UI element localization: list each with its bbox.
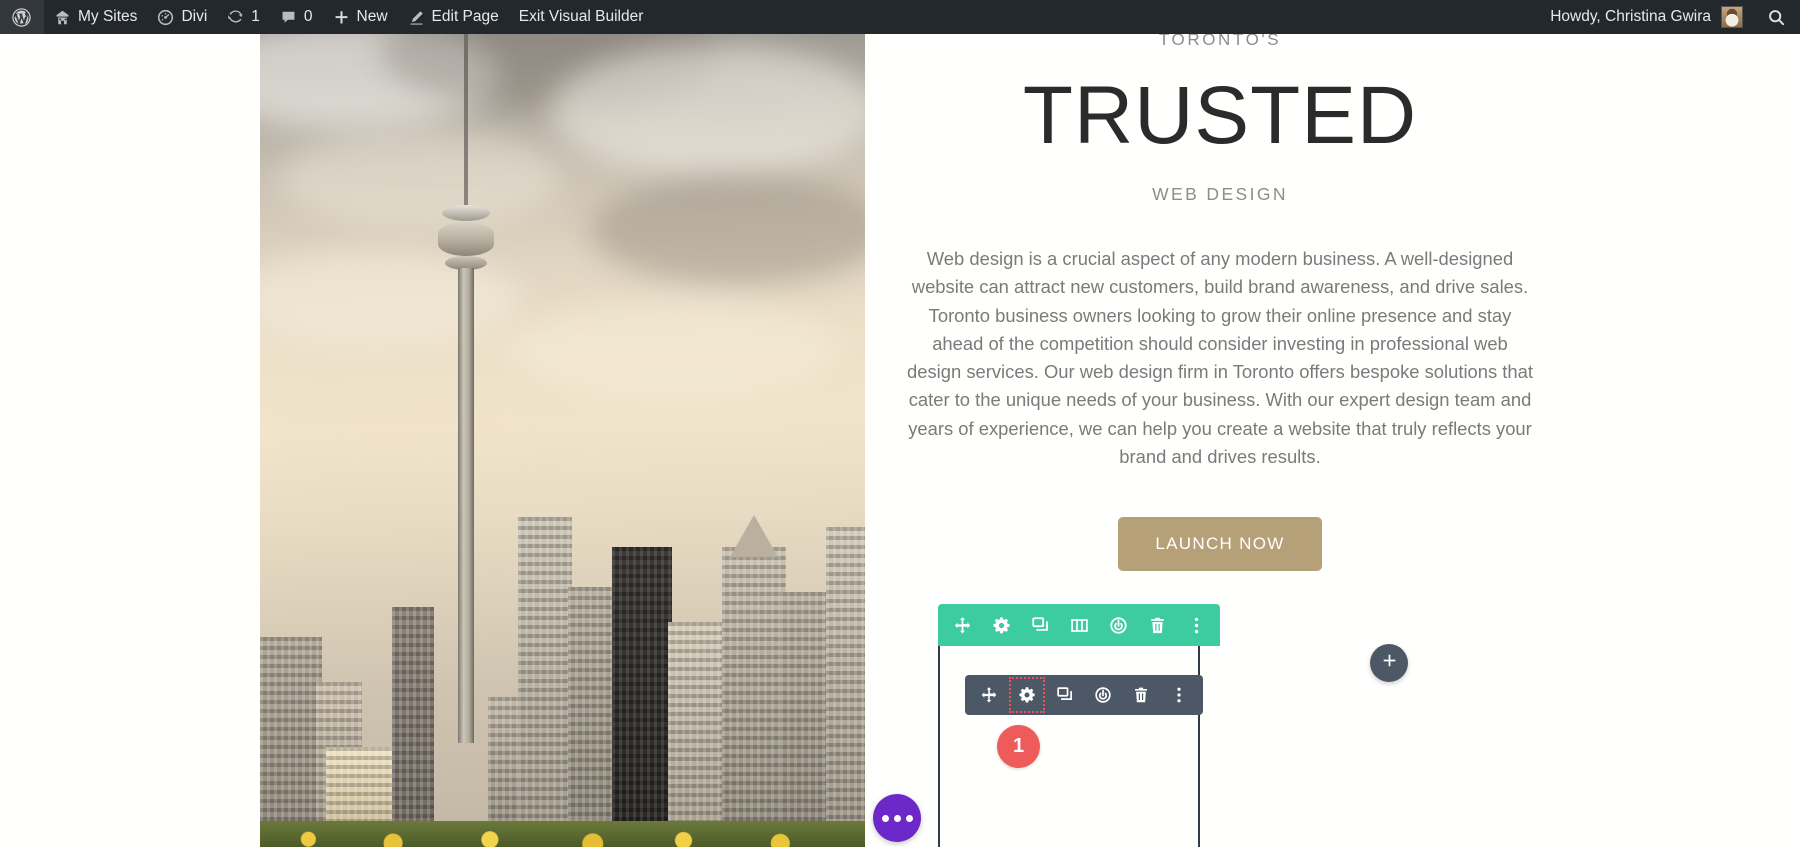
admin-bar-item-comments[interactable]: 0	[270, 0, 323, 34]
updates-icon	[227, 9, 244, 26]
admin-bar-label: Exit Visual Builder	[518, 8, 644, 25]
ellipsis-horizontal-icon[interactable]	[873, 794, 921, 842]
admin-bar-item-updates[interactable]: 1	[217, 0, 270, 34]
divi-icon	[157, 9, 174, 26]
building-spire	[730, 515, 778, 557]
admin-bar-label: Edit Page	[431, 8, 499, 25]
duplicate-icon[interactable]	[1052, 682, 1078, 708]
pencil-icon	[408, 9, 425, 26]
cn-tower	[436, 34, 496, 743]
cityscape-photo	[260, 34, 865, 847]
duplicate-icon[interactable]	[1027, 612, 1053, 638]
building	[780, 592, 832, 847]
hero-image	[260, 34, 865, 847]
building	[260, 637, 322, 847]
wordpress-logo-button[interactable]	[0, 0, 44, 34]
trash-icon[interactable]	[1144, 612, 1170, 638]
admin-bar-item-new[interactable]: New	[323, 0, 398, 34]
hero-body-text: Web design is a crucial aspect of any mo…	[907, 248, 1533, 468]
move-icon[interactable]	[976, 682, 1002, 708]
admin-bar-my-account[interactable]: Howdy, Christina Gwira	[1540, 0, 1753, 34]
columns-icon[interactable]	[1066, 612, 1092, 638]
hero-eyebrow: TORONTO'S	[1158, 34, 1282, 49]
search-icon	[1767, 8, 1786, 27]
admin-bar-label: 1	[251, 8, 260, 25]
plus-icon	[333, 9, 350, 26]
launch-now-button[interactable]: LAUNCH NOW	[1118, 517, 1322, 572]
plus-icon	[1381, 652, 1398, 674]
hero-cta-wrap: LAUNCH NOW	[900, 517, 1540, 572]
building	[722, 547, 786, 847]
gear-icon[interactable]	[1009, 677, 1045, 713]
admin-bar-label: My Sites	[78, 8, 138, 25]
more-vertical-icon[interactable]	[1166, 682, 1192, 708]
admin-bar-label: 0	[303, 8, 313, 25]
wp-admin-bar: My Sites Divi 1 0 New Edit Page Exit Vis…	[0, 0, 1800, 34]
admin-bar-label: New	[356, 8, 388, 25]
foreground-flowers	[260, 821, 865, 847]
gear-icon[interactable]	[988, 612, 1014, 638]
power-icon[interactable]	[1090, 682, 1116, 708]
comments-icon	[280, 9, 297, 26]
wordpress-logo-icon	[11, 7, 32, 28]
hero-subhead: WEB DESIGN	[1152, 184, 1288, 204]
power-icon[interactable]	[1105, 612, 1131, 638]
move-icon[interactable]	[949, 612, 975, 638]
add-module-button[interactable]	[1370, 644, 1408, 682]
admin-bar-item-divi[interactable]: Divi	[147, 0, 217, 34]
module-toolbar[interactable]	[965, 675, 1203, 715]
building	[392, 607, 434, 847]
row-toolbar[interactable]	[938, 604, 1220, 646]
admin-bar-search-button[interactable]	[1753, 0, 1800, 34]
avatar	[1721, 6, 1743, 28]
building	[668, 622, 724, 847]
building	[568, 587, 616, 847]
sites-icon	[54, 9, 71, 26]
account-greeting: Howdy, Christina Gwira	[1550, 8, 1711, 25]
hero-text-column: TORONTO'S TRUSTED WEB DESIGN Web design …	[900, 34, 1540, 572]
admin-bar-item-edit-page[interactable]: Edit Page	[398, 0, 509, 34]
building	[826, 527, 865, 847]
admin-bar-item-exit-visual-builder[interactable]: Exit Visual Builder	[509, 0, 654, 34]
trash-icon[interactable]	[1128, 682, 1154, 708]
building	[612, 547, 672, 847]
page-canvas: TORONTO'S TRUSTED WEB DESIGN Web design …	[0, 34, 1800, 847]
status-badge: 1	[997, 725, 1040, 768]
admin-bar-label: Divi	[181, 8, 208, 25]
row-outline	[938, 628, 1200, 847]
admin-bar-item-my-sites[interactable]: My Sites	[44, 0, 147, 34]
hero-section: TORONTO'S TRUSTED WEB DESIGN Web design …	[0, 34, 1800, 847]
building	[518, 517, 572, 847]
page-title: TRUSTED	[1022, 70, 1418, 161]
more-vertical-icon[interactable]	[1183, 612, 1209, 638]
